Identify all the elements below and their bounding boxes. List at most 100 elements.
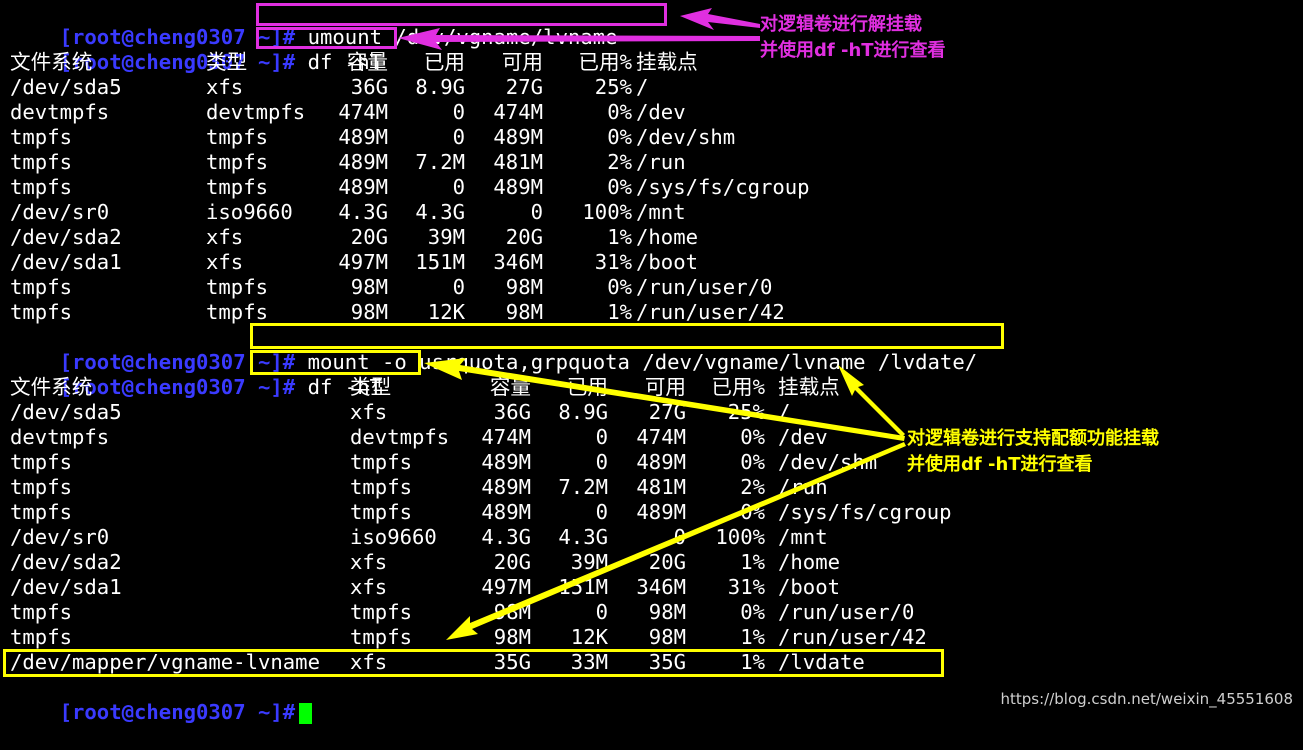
annotation-yellow: 对逻辑卷进行支持配额功能挂载 并使用df -hT进行查看	[907, 428, 1159, 475]
cell-type: xfs	[350, 400, 388, 424]
cell-mountpoint: /home	[636, 225, 698, 249]
cell-used: 8.9G	[558, 400, 608, 424]
command-line-current[interactable]: [root@cheng0307 ~]#	[10, 675, 313, 724]
cell-use-percent: 0%	[607, 175, 632, 199]
command-line-umount: [root@cheng0307 ~]# umount /dev/vgname/l…	[10, 0, 618, 49]
cell-mountpoint: /boot	[636, 250, 698, 274]
cell-avail: 489M	[636, 450, 686, 474]
cell-avail: 27G	[505, 75, 543, 99]
cell-size: 20G	[493, 550, 531, 574]
cell-type: xfs	[350, 650, 388, 674]
cell-used: 8.9G	[415, 75, 465, 99]
header-used: 已用	[423, 50, 465, 74]
cell-size: 35G	[493, 650, 531, 674]
cell-size: 98M	[350, 275, 388, 299]
cell-used: 0	[452, 125, 465, 149]
cell-avail: 0	[530, 200, 543, 224]
watermark-text: https://blog.csdn.net/weixin_45551608	[1000, 690, 1293, 708]
cell-use-percent: 0%	[607, 275, 632, 299]
cell-avail: 474M	[493, 100, 543, 124]
cell-avail: 98M	[648, 625, 686, 649]
cell-filesystem: tmpfs	[10, 625, 72, 649]
header-type: 类型	[206, 50, 248, 74]
cell-used: 0	[452, 100, 465, 124]
command-line-df-2: [root@cheng0307 ~]# df -hT	[10, 350, 382, 399]
cell-size: 489M	[338, 175, 388, 199]
cell-use-percent: 0%	[607, 125, 632, 149]
cell-mountpoint: /mnt	[636, 200, 686, 224]
cell-type: tmpfs	[350, 475, 412, 499]
cell-avail: 481M	[636, 475, 686, 499]
cell-use-percent: 25%	[727, 400, 765, 424]
header-size: 容量	[489, 375, 531, 399]
header-type: 类型	[350, 375, 392, 399]
terminal-cursor	[299, 702, 313, 724]
header-size: 容量	[346, 50, 388, 74]
cell-use-percent: 1%	[607, 300, 632, 324]
cell-use-percent: 1%	[607, 225, 632, 249]
cell-avail: 98M	[505, 275, 543, 299]
header-use-percent: 已用%	[711, 375, 765, 399]
cell-mountpoint: /run	[636, 150, 686, 174]
cell-filesystem: /dev/sda1	[10, 575, 122, 599]
header-use-percent: 已用%	[578, 50, 632, 74]
cell-used: 151M	[558, 575, 608, 599]
cell-use-percent: 2%	[740, 475, 765, 499]
cell-avail: 35G	[648, 650, 686, 674]
cell-use-percent: 31%	[727, 575, 765, 599]
cell-type: xfs	[350, 550, 388, 574]
cell-mountpoint: /run/user/0	[778, 600, 915, 624]
cell-used: 12K	[570, 625, 608, 649]
cell-mountpoint: /run/user/42	[636, 300, 785, 324]
cell-use-percent: 100%	[582, 200, 632, 224]
cell-type: tmpfs	[206, 175, 268, 199]
cell-used: 39M	[570, 550, 608, 574]
cell-avail: 346M	[636, 575, 686, 599]
cell-filesystem: /dev/mapper/vgname-lvname	[10, 650, 320, 674]
cell-type: devtmpfs	[206, 100, 306, 124]
cell-mountpoint: /lvdate	[778, 650, 865, 674]
cell-size: 98M	[493, 625, 531, 649]
cell-mountpoint: /dev/shm	[778, 450, 878, 474]
cell-type: xfs	[350, 575, 388, 599]
cell-type: tmpfs	[206, 125, 268, 149]
header-used: 已用	[566, 375, 608, 399]
header-filesystem: 文件系统	[10, 50, 93, 74]
cell-type: tmpfs	[206, 150, 268, 174]
cell-type: tmpfs	[350, 500, 412, 524]
cell-size: 36G	[493, 400, 531, 424]
cell-size: 474M	[338, 100, 388, 124]
cell-mountpoint: /home	[778, 550, 840, 574]
terminal-window[interactable]: [root@cheng0307 ~]# umount /dev/vgname/l…	[0, 0, 1303, 724]
shell-prompt: [root@cheng0307 ~]#	[59, 50, 296, 74]
cell-type: xfs	[206, 225, 244, 249]
cell-use-percent: 100%	[715, 525, 765, 549]
command-text: mount -o usrquota,grpquota /dev/vgname/l…	[307, 350, 978, 374]
cell-mountpoint: /boot	[778, 575, 840, 599]
cell-mountpoint: /	[636, 75, 649, 99]
cell-size: 4.3G	[481, 525, 531, 549]
cell-used: 33M	[570, 650, 608, 674]
shell-prompt: [root@cheng0307 ~]#	[59, 375, 296, 399]
cell-filesystem: tmpfs	[10, 125, 72, 149]
cell-use-percent: 1%	[740, 550, 765, 574]
cell-use-percent: 0%	[607, 100, 632, 124]
cell-size: 474M	[481, 425, 531, 449]
cell-mountpoint: /dev	[636, 100, 686, 124]
annotation-magenta: 对逻辑卷进行解挂载 并使用df -hT进行查看	[760, 14, 946, 61]
cell-mountpoint: /run	[778, 475, 828, 499]
header-mountpoint: 挂载点	[778, 375, 840, 399]
cell-mountpoint: /sys/fs/cgroup	[636, 175, 810, 199]
cell-avail: 20G	[505, 225, 543, 249]
cell-avail: 489M	[493, 125, 543, 149]
cell-avail: 481M	[493, 150, 543, 174]
cell-filesystem: tmpfs	[10, 600, 72, 624]
cell-filesystem: tmpfs	[10, 175, 72, 199]
cell-use-percent: 0%	[740, 500, 765, 524]
cell-used: 0	[595, 600, 608, 624]
cell-mountpoint: /run/user/0	[636, 275, 773, 299]
cell-size: 489M	[338, 125, 388, 149]
cell-used: 7.2M	[558, 475, 608, 499]
cell-filesystem: tmpfs	[10, 275, 72, 299]
cell-type: tmpfs	[350, 625, 412, 649]
